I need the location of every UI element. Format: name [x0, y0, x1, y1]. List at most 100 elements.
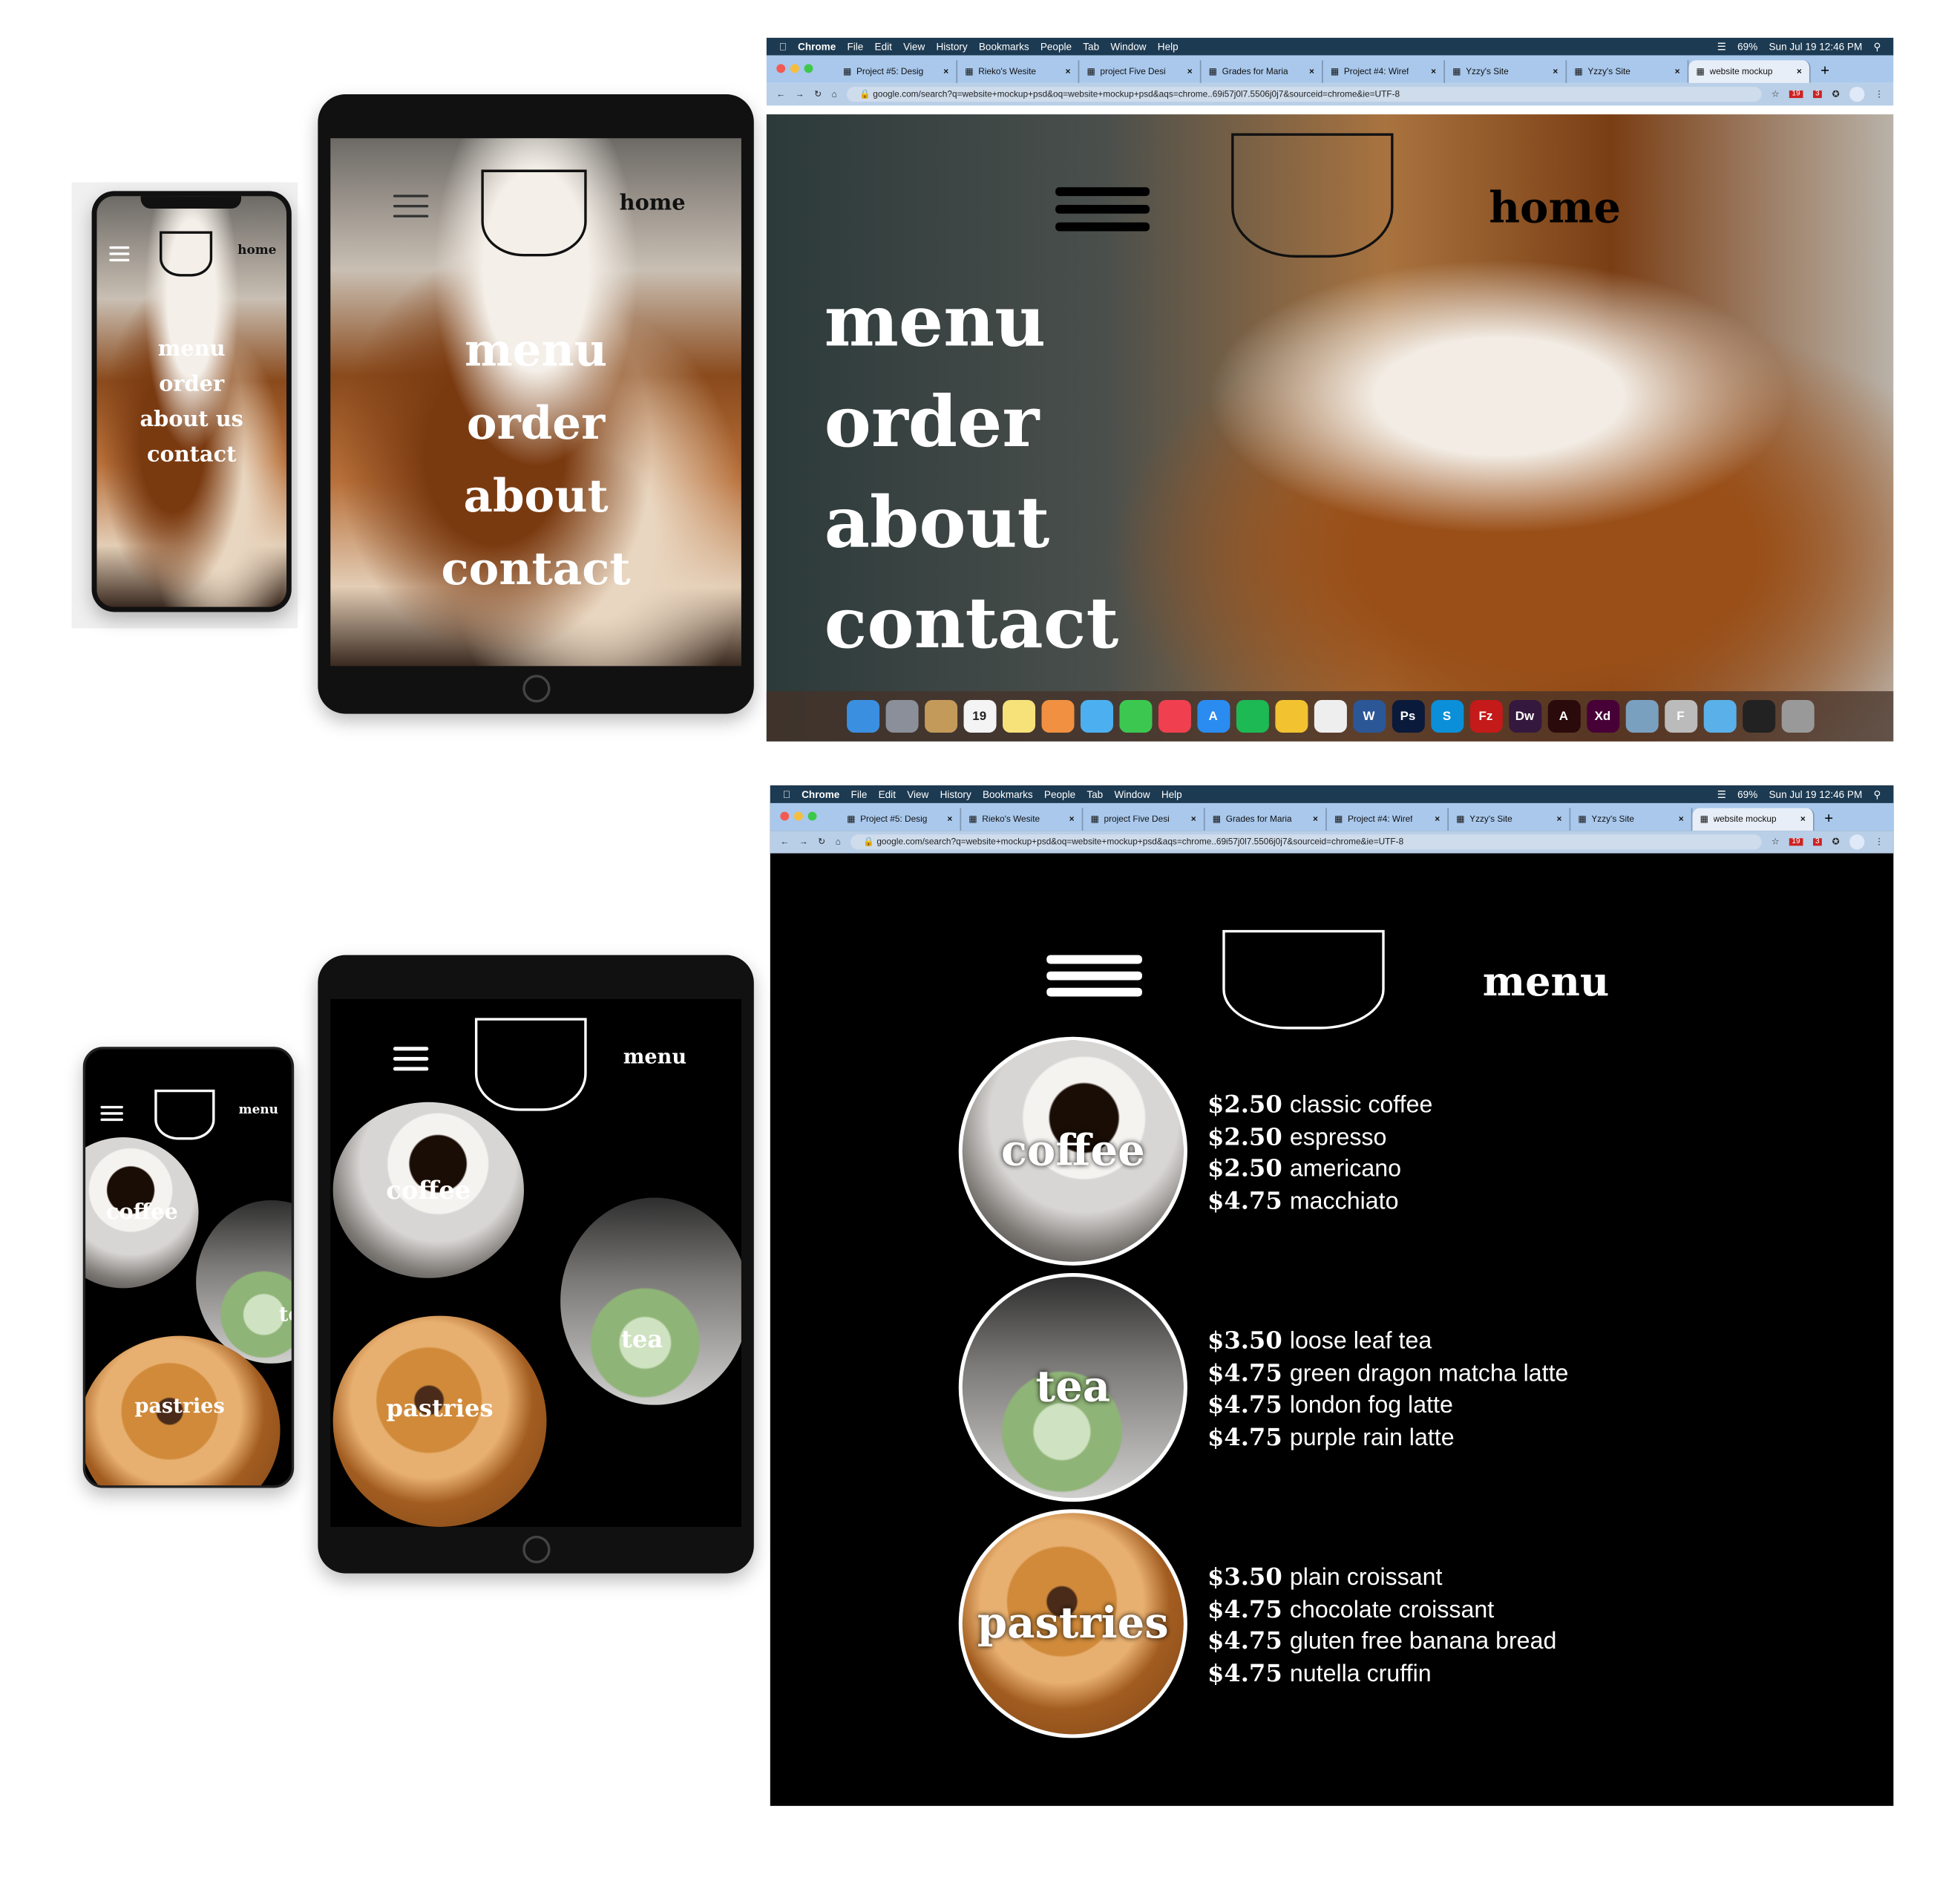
close-tab-icon[interactable]: × [1675, 68, 1680, 76]
menubar-item-edit[interactable]: Edit [875, 41, 892, 52]
nav-link-menu[interactable]: menu [96, 332, 286, 367]
menu-item[interactable]: $4.75 london fog latte [1207, 1390, 1568, 1421]
browser-tab[interactable]: ▦ Project #4: Wiref × [1327, 808, 1449, 831]
browser-tab[interactable]: ▦ Rieko's Wesite × [961, 808, 1084, 831]
dock-terminal-icon[interactable] [1742, 700, 1775, 733]
dock-launchpad-icon[interactable] [885, 700, 918, 733]
forward-icon[interactable]: → [796, 90, 804, 99]
menubar-item-view[interactable]: View [903, 41, 925, 52]
menu-item[interactable]: $4.75 gluten free banana bread [1207, 1626, 1556, 1658]
close-tab-icon[interactable]: × [1309, 68, 1314, 76]
battery-percent[interactable]: 69% [1737, 788, 1757, 799]
menubar-app-name[interactable]: Chrome [798, 41, 836, 52]
dock-skype-icon[interactable]: S [1430, 700, 1464, 733]
browser-tab[interactable]: ▦ Yzzy's Site × [1570, 808, 1693, 831]
browser-tab[interactable]: ▦ Yzzy's Site × [1449, 808, 1571, 831]
browser-tab[interactable]: ▦ Project #4: Wiref × [1323, 60, 1445, 83]
menu-item[interactable]: $3.50 plain croissant [1207, 1562, 1556, 1594]
back-icon[interactable]: ← [780, 837, 789, 846]
extension-badge[interactable]: 3 [1812, 838, 1823, 846]
menubar-item-people[interactable]: People [1044, 788, 1075, 799]
dock-word-icon[interactable]: W [1352, 700, 1386, 733]
extensions-puzzle-icon[interactable]: ✪ [1832, 837, 1840, 847]
home-icon[interactable]: ⌂ [832, 90, 837, 99]
dock-notes-icon[interactable] [1002, 700, 1035, 733]
nav-link-about[interactable]: about [330, 460, 741, 533]
nav-link-order[interactable]: order [330, 387, 741, 459]
nav-link-about[interactable]: about [825, 473, 1119, 573]
extension-badge[interactable]: 19 [1789, 838, 1803, 846]
nav-link-contact[interactable]: contact [96, 437, 286, 472]
browser-tab[interactable]: ▦ Yzzy's Site × [1445, 60, 1567, 83]
dock-chrome-icon[interactable] [1274, 700, 1308, 733]
hamburger-menu-icon[interactable] [1055, 187, 1150, 232]
menubar-item-history[interactable]: History [940, 788, 971, 799]
browser-tab[interactable]: ▦ Rieko's Wesite × [957, 60, 1080, 83]
dock-xd-icon[interactable]: Xd [1586, 700, 1619, 733]
more-options-icon[interactable]: ⋮ [1875, 89, 1884, 99]
bookmark-star-icon[interactable]: ☆ [1771, 837, 1780, 847]
extensions-puzzle-icon[interactable]: ✪ [1832, 89, 1840, 99]
menubar-item-file[interactable]: File [851, 788, 868, 799]
browser-tab[interactable]: ▦ Grades for Maria × [1205, 808, 1327, 831]
apple-icon[interactable]:  [783, 788, 790, 799]
menu-item[interactable]: $4.75 chocolate croissant [1207, 1594, 1556, 1626]
close-tab-icon[interactable]: × [1797, 68, 1802, 76]
menubar-item-edit[interactable]: Edit [879, 788, 896, 799]
extension-badge[interactable]: 3 [1812, 90, 1823, 99]
apple-icon[interactable]:  [779, 41, 787, 52]
menubar-item-help[interactable]: Help [1158, 41, 1179, 52]
menubar-item-tab[interactable]: Tab [1083, 41, 1099, 52]
dock-facetime-icon[interactable] [1118, 700, 1152, 733]
new-tab-button[interactable]: + [1820, 62, 1829, 79]
nav-link-menu[interactable]: menu [825, 272, 1119, 372]
hamburger-menu-icon[interactable] [100, 1105, 123, 1122]
dock-font-book-icon[interactable]: F [1664, 700, 1697, 733]
menubar-item-bookmarks[interactable]: Bookmarks [983, 788, 1033, 799]
menu-item[interactable]: $2.50 americano [1207, 1154, 1432, 1185]
hamburger-menu-icon[interactable] [1046, 955, 1142, 997]
wifi-icon[interactable]: ☰ [1717, 41, 1726, 52]
wifi-icon[interactable]: ☰ [1717, 788, 1726, 799]
url-input[interactable]: 🔒 google.com/search?q=website+mockup+psd… [847, 86, 1762, 102]
browser-tab[interactable]: ▦ project Five Desi × [1079, 60, 1202, 83]
category-tea[interactable]: tea [196, 1200, 292, 1364]
browser-tab[interactable]: ▦ project Five Desi × [1083, 808, 1205, 831]
close-tab-icon[interactable]: × [1066, 68, 1071, 76]
dock-trash-icon[interactable] [1780, 700, 1814, 733]
dock-dreamweaver-icon[interactable]: Dw [1508, 700, 1541, 733]
minimize-window-button[interactable] [790, 64, 799, 73]
nav-link-contact[interactable]: contact [825, 573, 1119, 673]
browser-tab[interactable]: ▦ Grades for Maria × [1202, 60, 1323, 83]
nav-link-order[interactable]: order [96, 367, 286, 402]
menu-item[interactable]: $4.75 macchiato [1207, 1185, 1432, 1217]
more-options-icon[interactable]: ⋮ [1875, 837, 1884, 847]
battery-percent[interactable]: 69% [1737, 41, 1757, 52]
clock[interactable]: Sun Jul 19 12:46 PM [1769, 788, 1863, 799]
close-tab-icon[interactable]: × [947, 815, 952, 824]
nav-link-order[interactable]: order [825, 372, 1119, 472]
clock[interactable]: Sun Jul 19 12:46 PM [1769, 41, 1863, 52]
url-input[interactable]: 🔒 google.com/search?q=website+mockup+psd… [850, 834, 1762, 850]
home-button[interactable] [522, 675, 551, 703]
reload-icon[interactable]: ↻ [814, 89, 822, 99]
menubar-item-window[interactable]: Window [1114, 788, 1150, 799]
back-icon[interactable]: ← [776, 90, 785, 99]
menu-item[interactable]: $2.50 classic coffee [1207, 1090, 1432, 1122]
browser-tab[interactable]: ▦ website mockup × [1688, 60, 1811, 83]
close-tab-icon[interactable]: × [1191, 815, 1196, 824]
dock-finder-icon[interactable] [846, 700, 879, 733]
dock-photos-icon[interactable] [1040, 700, 1074, 733]
forward-icon[interactable]: → [799, 837, 808, 846]
profile-avatar[interactable] [1849, 86, 1865, 102]
menubar-app-name[interactable]: Chrome [802, 788, 839, 799]
category-coffee[interactable]: coffee [958, 1036, 1187, 1266]
close-tab-icon[interactable]: × [1431, 68, 1436, 76]
close-tab-icon[interactable]: × [1435, 815, 1440, 824]
browser-tab[interactable]: ▦ Yzzy's Site × [1567, 60, 1689, 83]
category-coffee[interactable]: coffee [85, 1137, 199, 1289]
close-window-button[interactable] [776, 64, 786, 73]
category-tea[interactable]: tea [958, 1273, 1187, 1502]
close-tab-icon[interactable]: × [943, 68, 948, 76]
maximize-window-button[interactable] [804, 64, 813, 73]
